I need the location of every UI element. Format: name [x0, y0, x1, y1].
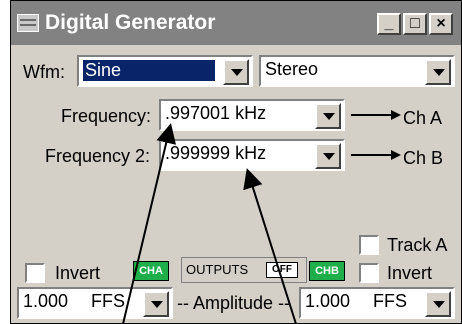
annotation-arrows — [122, 123, 297, 324]
annotation-arrow-frequency — [122, 123, 177, 324]
annotation-arrow-frequency2 — [243, 168, 297, 324]
